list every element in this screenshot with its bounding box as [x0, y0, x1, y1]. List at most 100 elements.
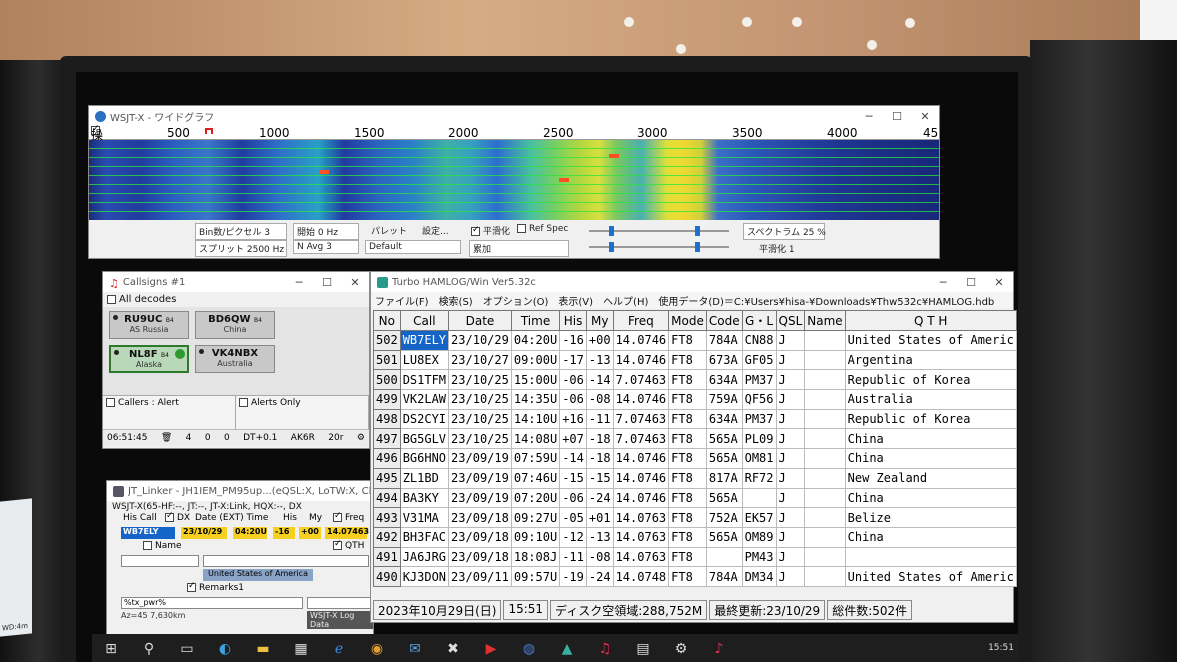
table-row[interactable]: 492 BH3FAC 23/09/18 09:10U -12 -13 14.0763 FT8 5… — [373, 526, 1017, 548]
mail-icon[interactable]: ✉ — [396, 641, 434, 657]
cell-qsl[interactable]: J — [775, 428, 806, 450]
cell-date[interactable]: 23/09/18 — [448, 507, 512, 528]
cell-code[interactable]: 634A — [705, 369, 743, 391]
his-call-field[interactable]: WB7ELY — [121, 527, 175, 539]
cell-code[interactable]: 759A — [705, 389, 743, 410]
cell-qth[interactable]: China — [844, 487, 1017, 509]
cell-freq[interactable]: 14.0746 — [612, 467, 670, 489]
cell-call[interactable]: V31MA — [399, 507, 450, 528]
table-row[interactable]: 498 DS2CYI 23/10/25 14:10U +16 -11 7.07463 FT8 6… — [373, 408, 1017, 430]
cell-freq[interactable]: 7.07463 — [612, 408, 670, 430]
cell-no[interactable]: 495 — [373, 467, 401, 489]
menu-options[interactable]: オプション(O) — [483, 293, 549, 308]
cell-date[interactable]: 23/09/19 — [448, 487, 512, 509]
remarks-template-select[interactable]: %tx_pwr% — [121, 597, 303, 609]
cell-mode[interactable]: FT8 — [668, 349, 707, 371]
jtlinker-taskbar-icon[interactable]: ▤ — [624, 641, 662, 657]
cell-name[interactable] — [804, 507, 846, 528]
cell-time[interactable]: 09:10U — [510, 526, 561, 548]
menu-help[interactable]: ヘルプ(H) — [603, 293, 648, 308]
cell-my[interactable]: -08 — [585, 389, 614, 410]
cell-qsl[interactable]: J — [775, 487, 806, 509]
cell-qsl[interactable]: J — [775, 389, 806, 410]
internet-explorer-icon[interactable]: ℯ — [320, 641, 358, 657]
table-row[interactable]: 494 BA3KY 23/09/19 07:20U -06 -24 14.0746 FT8 56… — [373, 487, 1017, 509]
close-icon[interactable]: ✕ — [341, 276, 369, 289]
cell-my[interactable]: -24 — [585, 487, 614, 509]
cell-name[interactable] — [804, 487, 846, 509]
cell-my[interactable]: +00 — [585, 330, 614, 351]
table-row[interactable]: 496 BG6HNO 23/09/19 07:59U -14 -18 14.0746 FT8 5… — [373, 448, 1017, 469]
alerts-only-checkbox[interactable] — [239, 398, 248, 407]
cell-date[interactable]: 23/10/25 — [448, 408, 512, 430]
cell-no[interactable]: 496 — [373, 448, 401, 469]
menu-view[interactable]: 表示(V) — [558, 293, 593, 308]
menu-file[interactable]: ファイル(F) — [375, 293, 429, 308]
cell-his[interactable]: +16 — [559, 408, 587, 430]
cell-grid[interactable]: PM37 — [741, 408, 777, 430]
cell-mode[interactable]: FT8 — [668, 369, 707, 391]
cell-call[interactable]: JA6JRG — [399, 546, 450, 568]
cell-mode[interactable]: FT8 — [668, 408, 707, 430]
search-icon[interactable]: ⚲ — [130, 641, 168, 657]
cell-no[interactable]: 491 — [373, 546, 401, 568]
callers-alert-checkbox[interactable] — [106, 398, 115, 407]
cell-freq[interactable]: 14.0763 — [612, 507, 670, 528]
cell-code[interactable]: 565A — [705, 448, 743, 469]
all-decodes-row[interactable]: All decodes — [103, 292, 369, 307]
cell-no[interactable]: 492 — [373, 526, 401, 548]
table-row[interactable]: 493 V31MA 23/09/18 09:27U -05 +01 14.0763 FT8 75… — [373, 507, 1017, 528]
smooth-checkbox-row[interactable]: 平滑化 — [471, 224, 510, 237]
dx-checkbox[interactable] — [165, 511, 174, 522]
cell-qsl[interactable]: J — [775, 448, 806, 469]
cell-mode[interactable]: FT8 — [668, 566, 707, 587]
cell-qsl[interactable]: J — [775, 330, 806, 351]
cell-grid[interactable]: OM81 — [741, 448, 777, 469]
cell-freq[interactable]: 14.0746 — [612, 349, 670, 371]
callsign-tile[interactable]: NL8F B4 Alaska — [109, 345, 189, 373]
windows-start-icon[interactable]: ⊞ — [92, 641, 130, 657]
cell-qth[interactable]: United States of Americ — [844, 330, 1017, 351]
rx-frequency-marker[interactable] — [205, 128, 213, 134]
spectrum-zero-knob[interactable] — [695, 242, 700, 252]
cell-qsl[interactable]: J — [775, 566, 806, 587]
cell-code[interactable] — [705, 546, 743, 568]
cell-name[interactable] — [804, 546, 846, 568]
cell-date[interactable]: 23/10/27 — [448, 349, 512, 371]
table-row[interactable]: 490 KJ3DON 23/09/11 09:57U -19 -24 14.0748 FT8 7… — [373, 566, 1017, 587]
cell-his[interactable]: -15 — [559, 467, 587, 489]
palette-select[interactable]: Default — [365, 240, 461, 254]
date-field[interactable]: 23/10/29 — [181, 527, 227, 539]
cell-name[interactable] — [804, 369, 846, 391]
cell-his[interactable]: -16 — [559, 330, 587, 351]
callsign-tile[interactable]: BD6QW B4 China — [195, 311, 275, 339]
cell-his[interactable]: -05 — [559, 507, 587, 528]
cell-qth[interactable]: New Zealand — [844, 467, 1017, 489]
cell-qsl[interactable]: J — [775, 507, 806, 528]
minimize-icon[interactable]: ─ — [855, 110, 883, 123]
smoothing-spinbox[interactable]: 平滑化 1 — [759, 242, 795, 255]
accumulate-select[interactable]: 累加 — [469, 240, 569, 257]
cell-no[interactable]: 500 — [373, 369, 401, 391]
cell-mode[interactable]: FT8 — [668, 330, 707, 351]
edge-browser-icon[interactable]: ◐ — [206, 641, 244, 657]
wsjtx-taskbar-icon[interactable]: ◍ — [510, 641, 548, 657]
trash-icon[interactable]: 🗑 — [161, 433, 172, 443]
cell-grid[interactable]: QF56 — [741, 389, 777, 410]
maximize-icon[interactable]: ☐ — [313, 276, 341, 289]
qth-input[interactable] — [203, 555, 369, 567]
cell-qsl[interactable]: J — [775, 349, 806, 371]
table-row[interactable]: 495 ZL1BD 23/09/19 07:46U -15 -15 14.0746 FT8 81… — [373, 467, 1017, 489]
cell-name[interactable] — [804, 428, 846, 450]
cell-grid[interactable]: OM89 — [741, 526, 777, 548]
cell-call[interactable]: DS2CYI — [399, 408, 450, 430]
cell-his[interactable]: -11 — [559, 546, 587, 568]
remarks-checkbox[interactable] — [187, 581, 196, 592]
column-header[interactable]: No — [373, 310, 401, 331]
cell-qth[interactable]: China — [844, 448, 1017, 469]
waterfall-display[interactable] — [89, 140, 939, 220]
hamlog-taskbar-icon[interactable]: ▲ — [548, 641, 586, 657]
cell-name[interactable] — [804, 408, 846, 430]
gear-icon[interactable]: ⚙ — [357, 433, 365, 443]
cell-call[interactable]: BH3FAC — [399, 526, 450, 548]
